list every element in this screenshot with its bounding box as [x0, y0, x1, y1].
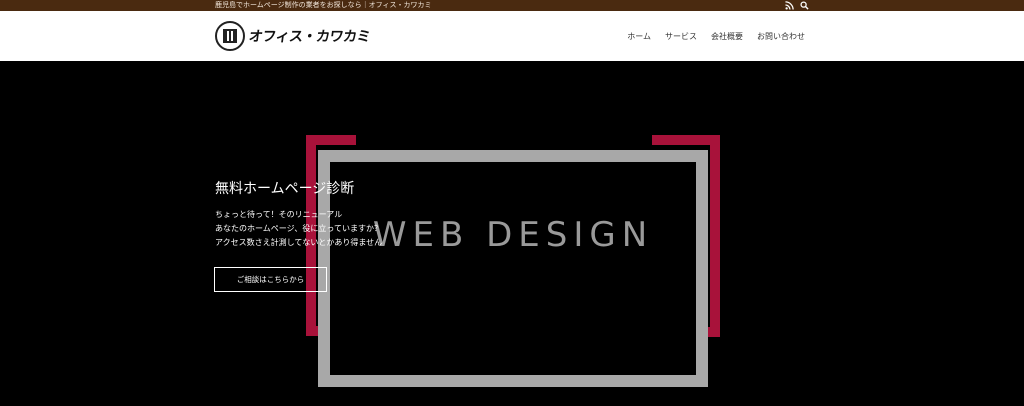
contact-cta-button[interactable]: ご相談はこちらから — [214, 267, 327, 292]
search-icon[interactable] — [800, 1, 809, 10]
nav-item-company[interactable]: 会社概要 — [711, 31, 743, 42]
bracket-right-side — [710, 135, 720, 337]
hero-title: 無料ホームページ診断 — [215, 181, 355, 197]
site-header: オフィス・カワカミ ホーム サービス 会社概要 お問い合わせ — [0, 11, 1024, 61]
nav-item-contact[interactable]: お問い合わせ — [757, 31, 805, 42]
nav-item-services[interactable]: サービス — [665, 31, 697, 42]
top-bar: 鹿児島でホームページ制作の業者をお探しなら｜オフィス・カワカミ — [0, 0, 1024, 11]
rss-icon[interactable] — [785, 1, 794, 10]
hero-body-line: アクセス数さえ計測してないとかあり得ません — [215, 238, 383, 247]
site-logo[interactable]: オフィス・カワカミ — [215, 20, 372, 52]
main-nav: ホーム サービス 会社概要 お問い合わせ — [613, 31, 805, 42]
hero-body: ちょっと待って！そのリニューアル あなたのホームページ、役に立っていますか？ ア… — [215, 208, 382, 250]
hero-section: WEB DESIGN 無料ホームページ診断 ちょっと待って！そのリニューアル あ… — [0, 61, 1024, 406]
hero-body-line: ちょっと待って！そのリニューアル — [215, 210, 343, 219]
site-tagline: 鹿児島でホームページ制作の業者をお探しなら｜オフィス・カワカミ — [215, 1, 432, 9]
hero-frame-inner — [330, 162, 696, 375]
hero-image-text: WEB DESIGN — [372, 215, 654, 255]
hero-body-line: あなたのホームページ、役に立っていますか？ — [215, 224, 382, 233]
logo-mark-icon — [215, 21, 245, 51]
nav-item-home[interactable]: ホーム — [627, 31, 651, 42]
logo-text: オフィス・カワカミ — [247, 29, 372, 45]
